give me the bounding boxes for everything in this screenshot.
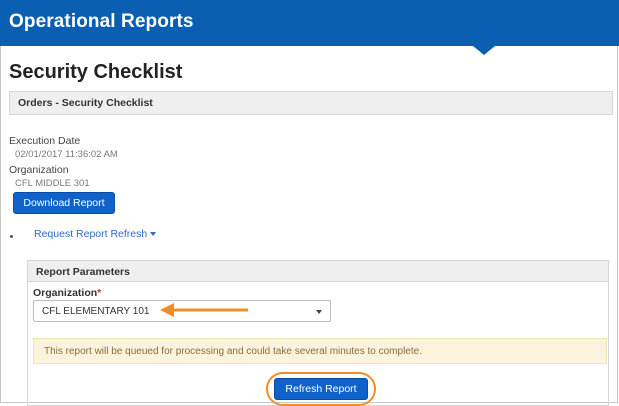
execution-date-value: 02/01/2017 11:36:02 AM (15, 149, 118, 160)
header-notch (473, 46, 495, 55)
refresh-report-button[interactable]: Refresh Report (274, 378, 368, 400)
organization-field-label: Organization* (33, 287, 101, 299)
execution-date-label: Execution Date (9, 135, 81, 147)
report-parameters-heading: Report Parameters (27, 260, 609, 282)
queue-notice-alert: This report will be queued for processin… (33, 338, 607, 364)
page-title: Security Checklist (9, 61, 183, 83)
download-report-button[interactable]: Download Report (13, 192, 115, 214)
request-report-refresh-label: Request Report Refresh (34, 228, 148, 240)
queue-notice-text: This report will be queued for processin… (44, 346, 422, 357)
report-panel-heading: Orders - Security Checklist (9, 91, 613, 115)
organization-label: Organization (9, 164, 69, 176)
report-panel-heading-text: Orders - Security Checklist (18, 97, 153, 109)
annotation-arrow-head (160, 303, 174, 317)
required-marker: * (97, 287, 102, 299)
organization-select-value: CFL ELEMENTARY 101 (42, 306, 150, 317)
list-bullet (10, 235, 13, 238)
request-report-refresh-link[interactable]: Request Report Refresh (34, 228, 157, 240)
app-title: Operational Reports (9, 11, 194, 32)
annotation-arrow-icon (160, 303, 248, 317)
app-header: Operational Reports (0, 0, 619, 55)
organization-field-label-text: Organization (33, 287, 98, 299)
caret-down-icon (150, 232, 157, 237)
chevron-down-icon (316, 310, 322, 314)
organization-value: CFL MIDDLE 301 (15, 178, 90, 189)
report-parameters-heading-text: Report Parameters (36, 266, 130, 278)
